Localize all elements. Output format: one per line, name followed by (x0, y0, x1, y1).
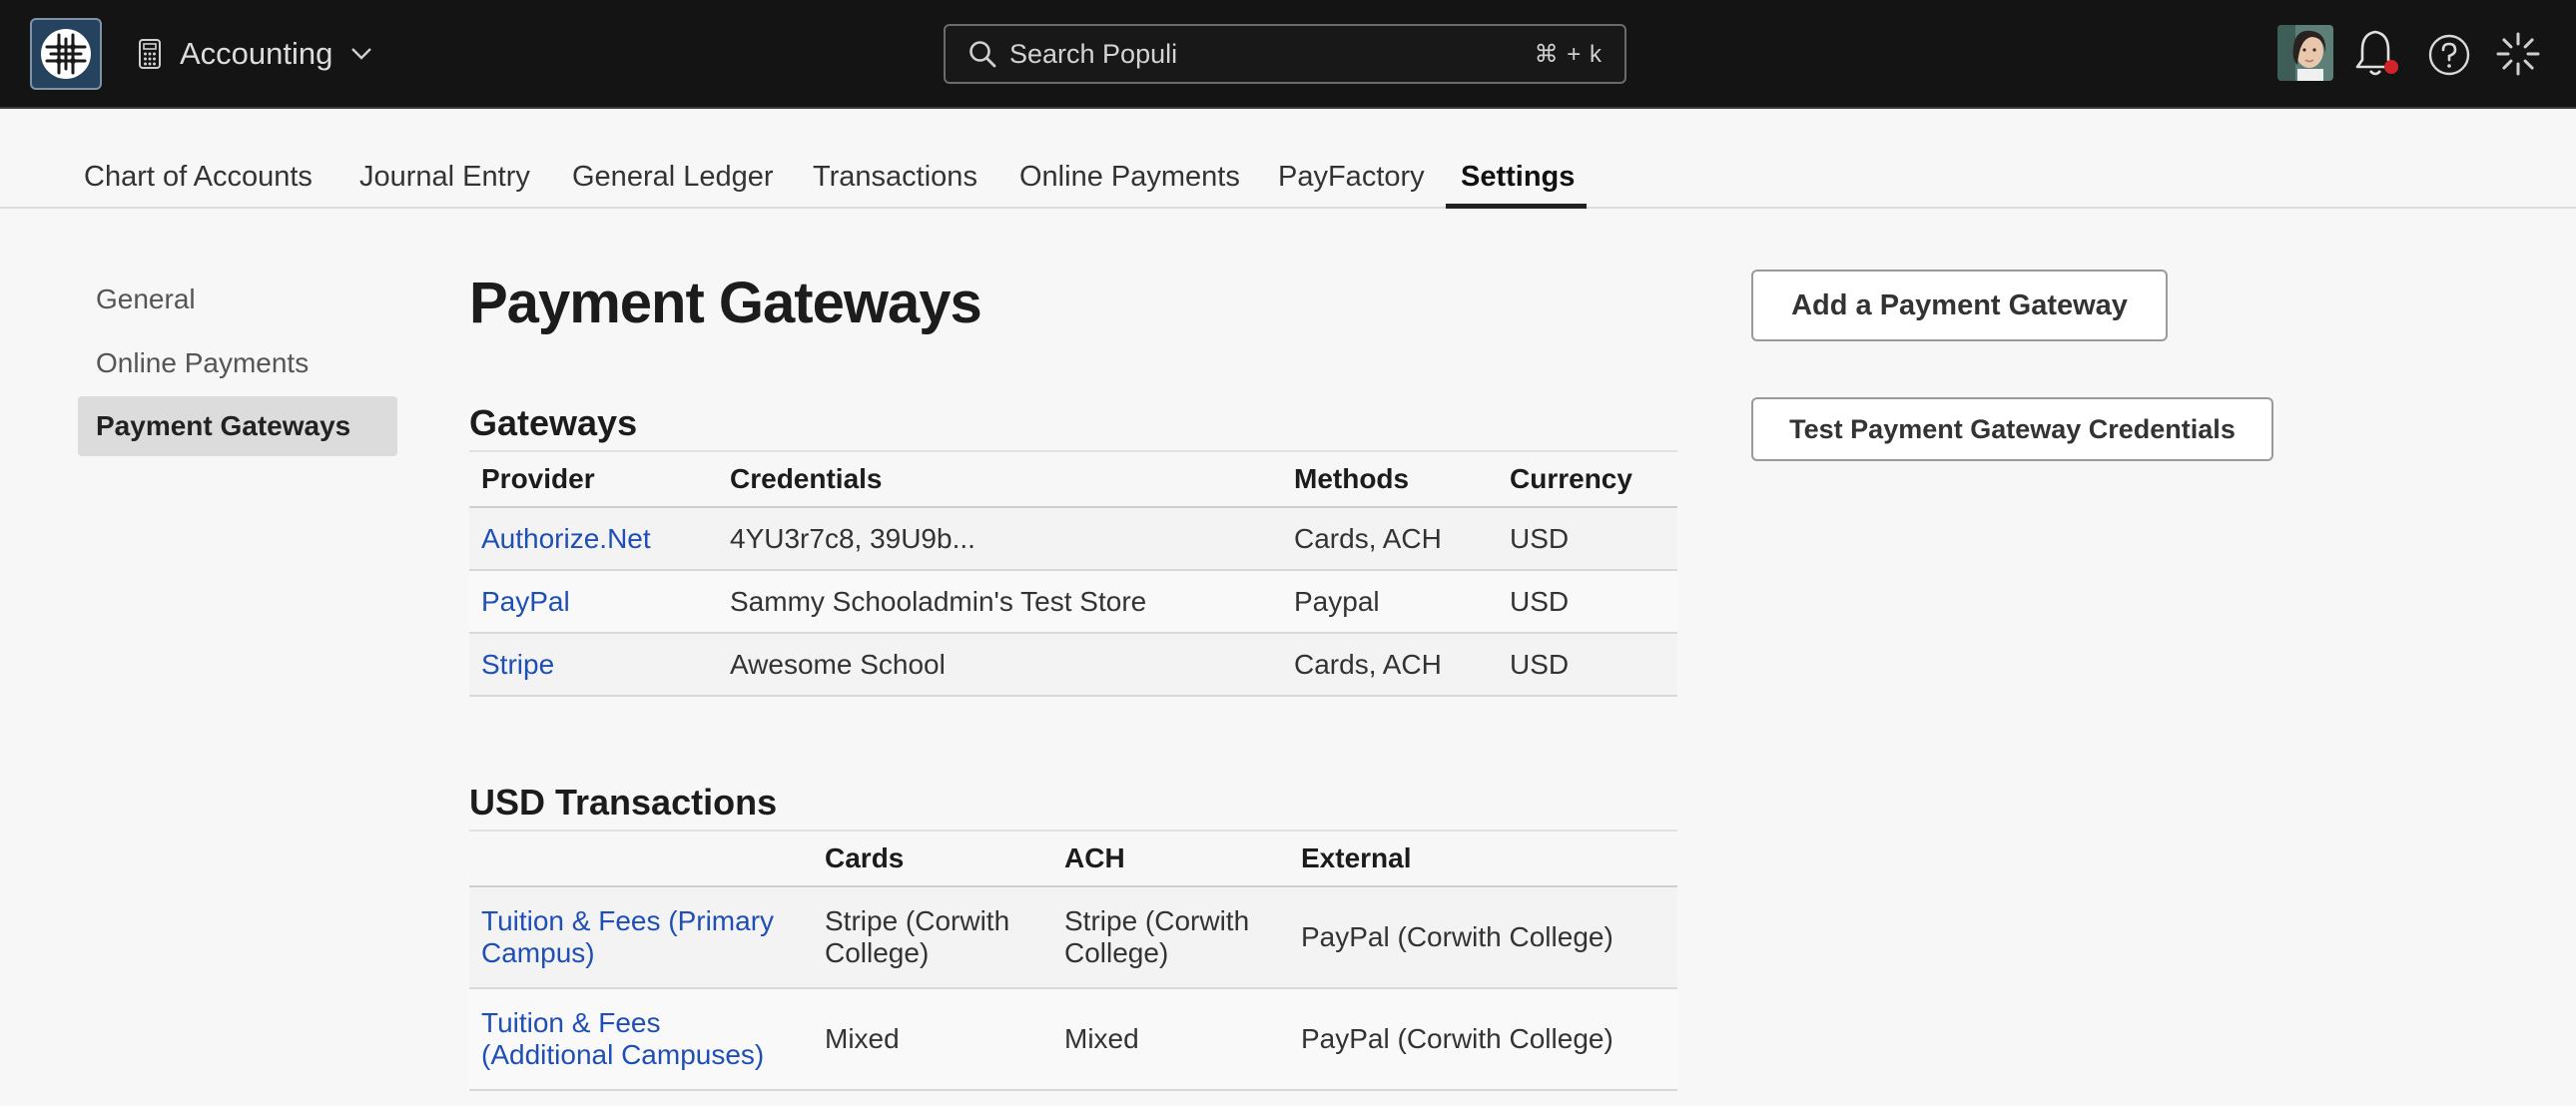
sidebar-item-payment-gateways[interactable]: Payment Gateways (78, 396, 397, 456)
column-header-cards: Cards (813, 830, 1052, 887)
cards-gateway-cell: Mixed (813, 987, 1052, 1091)
external-gateway-cell: PayPal (Corwith College) (1289, 987, 1677, 1091)
search-placeholder: Search Populi (1009, 38, 1178, 69)
search-shortcut-hint: ⌘ + k (1534, 40, 1603, 68)
module-tabs: Chart of Accounts Journal Entry General … (0, 111, 2576, 209)
ach-gateway-cell: Mixed (1052, 987, 1289, 1091)
active-tab-indicator (1446, 204, 1587, 209)
app-switcher[interactable]: Accounting (138, 28, 372, 80)
column-header-methods: Methods (1282, 451, 1498, 508)
column-header-ach: ACH (1052, 830, 1289, 887)
loading-spinner-icon[interactable] (2495, 31, 2541, 77)
fee-group-name-line: Campus) (481, 937, 595, 968)
chevron-down-icon (350, 47, 372, 61)
methods-cell: Cards, ACH (1282, 632, 1498, 697)
tab-journal-entry[interactable]: Journal Entry (359, 161, 530, 194)
fee-group-name-line: Tuition & Fees (481, 1007, 661, 1038)
usd-transactions-heading: USD Transactions (469, 782, 778, 823)
fee-group-link-primary-campus[interactable]: Tuition & Fees (Primary Campus) (481, 905, 801, 969)
top-bar: Accounting Search Populi ⌘ + k (0, 0, 2576, 109)
fee-group-name-line: Tuition & Fees (Primary (481, 905, 775, 936)
provider-link-stripe[interactable]: Stripe (481, 649, 554, 680)
currency-cell: USD (1498, 506, 1677, 570)
table-row: Authorize.Net 4YU3r7c8, 39U9b... Cards, … (469, 506, 1677, 570)
tab-payfactory[interactable]: PayFactory (1278, 161, 1425, 194)
table-row: Tuition & Fees (Primary Campus) Stripe (… (469, 885, 1677, 988)
test-gateway-credentials-button[interactable]: Test Payment Gateway Credentials (1751, 397, 2273, 461)
credentials-cell: Awesome School (718, 632, 1282, 697)
ach-gateway-cell: Stripe (Corwith College) (1052, 885, 1289, 988)
currency-cell: USD (1498, 569, 1677, 633)
notifications-bell-icon[interactable] (2352, 26, 2402, 80)
column-header-external: External (1289, 830, 1677, 887)
tab-online-payments[interactable]: Online Payments (1019, 161, 1240, 194)
credentials-cell: 4YU3r7c8, 39U9b... (718, 506, 1282, 570)
tab-general-ledger[interactable]: General Ledger (572, 161, 774, 194)
sidebar-item-online-payments[interactable]: Online Payments (78, 333, 397, 393)
usd-transactions-table: Cards ACH External Tuition & Fees (Prima… (469, 830, 1677, 1091)
help-icon[interactable] (2427, 33, 2471, 77)
populi-logo-icon[interactable] (30, 18, 102, 90)
fee-group-name-line: (Additional Campuses) (481, 1039, 765, 1070)
column-header-credentials: Credentials (718, 451, 1282, 508)
sidebar-item-general[interactable]: General (78, 270, 397, 329)
provider-link-authorize-net[interactable]: Authorize.Net (481, 523, 651, 554)
cards-gateway-line: Stripe (Corwith (825, 905, 1010, 936)
methods-cell: Cards, ACH (1282, 506, 1498, 570)
external-gateway-cell: PayPal (Corwith College) (1289, 885, 1677, 988)
ach-gateway-line: Stripe (Corwith (1064, 905, 1250, 936)
provider-link-paypal[interactable]: PayPal (481, 586, 570, 617)
ach-gateway-line: College) (1064, 937, 1169, 968)
search-icon (967, 39, 997, 69)
column-header-provider: Provider (469, 451, 718, 508)
currency-cell: USD (1498, 632, 1677, 697)
column-header-currency: Currency (1498, 451, 1677, 508)
cards-gateway-cell: Stripe (Corwith College) (813, 885, 1052, 988)
add-payment-gateway-button[interactable]: Add a Payment Gateway (1751, 270, 2168, 341)
user-avatar[interactable] (2277, 25, 2333, 81)
search-input[interactable]: Search Populi ⌘ + k (944, 24, 1626, 84)
gateways-table: Provider Credentials Methods Currency Au… (469, 450, 1677, 697)
cards-gateway-line: College) (825, 937, 930, 968)
fee-group-link-additional-campuses[interactable]: Tuition & Fees (Additional Campuses) (481, 1007, 801, 1071)
tab-settings[interactable]: Settings (1461, 161, 1575, 194)
table-row: Stripe Awesome School Cards, ACH USD (469, 632, 1677, 697)
tab-transactions[interactable]: Transactions (813, 161, 977, 194)
table-row: Tuition & Fees (Additional Campuses) Mix… (469, 987, 1677, 1091)
app-name: Accounting (180, 36, 333, 71)
credentials-cell: Sammy Schooladmin's Test Store (718, 569, 1282, 633)
column-header-name (469, 830, 813, 887)
methods-cell: Paypal (1282, 569, 1498, 633)
gateways-heading: Gateways (469, 402, 638, 443)
calculator-icon (138, 38, 162, 70)
table-row: PayPal Sammy Schooladmin's Test Store Pa… (469, 569, 1677, 633)
tab-chart-of-accounts[interactable]: Chart of Accounts (84, 161, 313, 194)
page-title: Payment Gateways (469, 271, 982, 335)
